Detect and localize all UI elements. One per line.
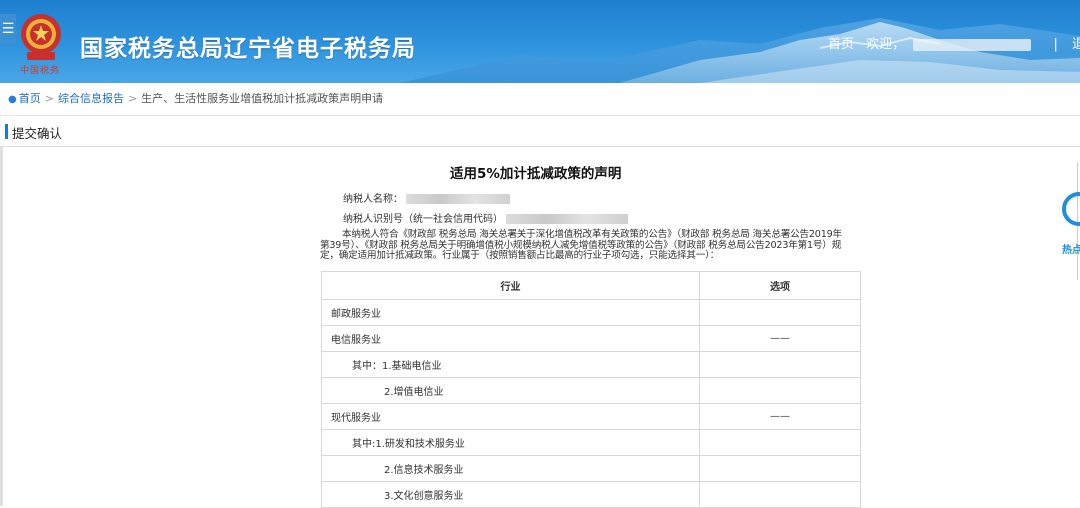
taxpayer-id-label: 纳税人识别号（统一社会信用代码） [343,214,503,225]
industry-cell: 2.增值电信业 [321,377,700,404]
nav-separator: | [1053,37,1058,52]
breadcrumb-level1-link[interactable]: 综合信息报告 [58,92,124,105]
table-row: 2.信息技术服务业 [321,455,861,482]
table-row: 2.增值电信业 [321,377,861,404]
option-cell: —— [699,403,861,430]
option-cell[interactable] [699,481,861,508]
option-cell: —— [699,325,861,352]
table-row: 3.文化创意服务业 [321,481,861,508]
hotspot-icon[interactable] [1062,192,1080,226]
menu-icon: ☰ [1,21,15,37]
industry-cell: 2.信息技术服务业 [321,455,700,482]
emblem-caption: 中国税务 [20,66,61,76]
option-cell[interactable] [699,351,861,378]
breadcrumb-home-link[interactable]: 首页 [19,92,41,105]
nav-logout-link[interactable]: 退出 [1072,33,1080,52]
hotspot-widget[interactable]: 热点 [1062,192,1080,256]
industry-table: 行业 选项 邮政服务业 电信服务业 —— 其中：1.基础电信业 2.增值电信业 … [321,271,861,508]
option-cell[interactable] [699,455,861,482]
industry-cell: 3.文化创意服务业 [321,481,700,508]
menu-toggle-button[interactable]: ☰ [0,14,16,44]
column-header-option: 选项 [699,271,861,300]
industry-cell: 其中：1.基础电信业 [321,351,700,378]
table-row: 其中：1.基础电信业 [321,351,861,378]
column-header-industry: 行业 [321,271,700,300]
location-pin-icon: ● [8,94,17,105]
breadcrumb-current-page: 生产、生活性服务业增值税加计抵减政策声明申请 [141,92,384,105]
nav-welcome-text: 欢迎， [866,37,906,52]
site-header: ☰ 中国税务 国家税务总局辽宁省电子税务局 首页 欢迎， | 退出 [0,0,1080,83]
breadcrumb-separator: > [127,92,138,105]
breadcrumb: ● 首页 > 综合信息报告 > 生产、生活性服务业增值税加计抵减政策声明申请 [0,83,1080,116]
table-row: 电信服务业 —— [321,325,861,352]
tax-emblem-logo [21,14,61,60]
taxpayer-name-redacted [406,194,511,204]
industry-cell: 邮政服务业 [321,299,700,326]
table-row: 现代服务业 —— [321,403,861,430]
hotspot-label[interactable]: 热点 [1062,241,1080,256]
option-cell[interactable] [699,377,861,404]
nav-username-redacted [913,38,1032,51]
site-title: 国家税务总局辽宁省电子税务局 [80,36,416,62]
taxpayer-name-field: 纳税人名称： [343,190,511,205]
industry-cell: 其中:1.研发和技术服务业 [321,429,700,456]
table-header-row: 行业 选项 [321,271,861,300]
option-cell[interactable] [699,429,861,456]
section-header: 提交确认 [0,116,1080,147]
declaration-title: 适用5%加计抵减政策的声明 [450,166,622,182]
taxpayer-id-field: 纳税人识别号（统一社会信用代码） [343,210,629,225]
section-title: 提交确认 [12,126,63,141]
taxpayer-id-redacted [506,214,629,224]
nav-home-link[interactable]: 首页 [828,33,854,52]
table-row: 其中:1.研发和技术服务业 [321,429,861,456]
breadcrumb-separator: > [44,92,54,105]
industry-cell: 电信服务业 [321,325,700,352]
section-accent-bar [5,124,8,139]
table-row: 邮政服务业 [321,299,861,326]
declaration-paragraph: 本纳税人符合《财政部 税务总局 海关总署关于深化增值税改革有关政策的公告》（财政… [320,229,842,261]
top-nav: 首页 欢迎， | 退出 [828,33,1080,52]
taxpayer-name-label: 纳税人名称： [343,194,403,205]
option-cell[interactable] [699,299,861,326]
industry-cell: 现代服务业 [321,403,700,430]
